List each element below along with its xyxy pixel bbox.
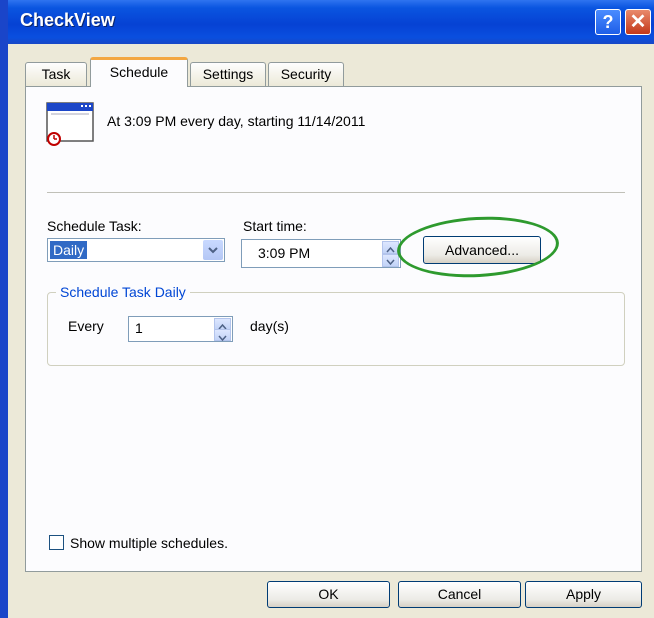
- title-bar[interactable]: CheckView ? ✕: [8, 0, 654, 44]
- schedule-task-value: Daily: [50, 241, 88, 259]
- show-multiple-label[interactable]: Show multiple schedules.: [70, 535, 228, 551]
- ok-button-label: OK: [318, 586, 339, 602]
- tab-task[interactable]: Task: [25, 62, 87, 86]
- schedule-summary: At 3:09 PM every day, starting 11/14/201…: [107, 113, 366, 129]
- tab-label: Schedule: [109, 64, 169, 80]
- start-time-value: 3:09 PM: [258, 245, 311, 261]
- start-time-spinner[interactable]: 3:09 PM: [241, 239, 401, 268]
- schedule-task-label: Schedule Task:: [47, 218, 142, 234]
- tab-label: Task: [41, 66, 71, 82]
- tab-label: Settings: [202, 66, 254, 82]
- tab-label: Security: [280, 66, 332, 82]
- show-multiple-schedules-checkbox[interactable]: [49, 535, 64, 550]
- window-title: CheckView: [20, 10, 115, 30]
- tab-security[interactable]: Security: [268, 62, 344, 86]
- spin-down-button[interactable]: [214, 329, 231, 342]
- dropdown-button[interactable]: [203, 240, 223, 260]
- tab-schedule[interactable]: Schedule: [90, 57, 188, 87]
- cancel-button-label: Cancel: [437, 586, 482, 602]
- days-unit-label: day(s): [250, 318, 289, 334]
- schedule-task-dropdown[interactable]: Daily: [47, 238, 225, 262]
- chevron-down-icon: [386, 259, 395, 266]
- every-label: Every: [68, 318, 104, 334]
- tab-settings[interactable]: Settings: [190, 62, 266, 86]
- every-days-spinner[interactable]: 1: [128, 316, 233, 342]
- divider: [47, 192, 625, 193]
- schedule-calendar-icon: [46, 102, 94, 146]
- apply-button[interactable]: Apply: [525, 581, 642, 608]
- cancel-button[interactable]: Cancel: [398, 581, 521, 608]
- chevron-down-icon: [218, 335, 227, 342]
- start-time-label: Start time:: [243, 218, 307, 234]
- apply-button-label: Apply: [565, 586, 602, 602]
- ok-button[interactable]: OK: [267, 581, 390, 608]
- every-value: 1: [135, 320, 143, 336]
- close-button[interactable]: ✕: [625, 9, 651, 35]
- group-title: Schedule Task Daily: [56, 284, 190, 300]
- window-left-border: [0, 0, 8, 618]
- help-button[interactable]: ?: [595, 9, 621, 35]
- chevron-down-icon: [208, 247, 218, 254]
- spin-down-button[interactable]: [382, 254, 399, 267]
